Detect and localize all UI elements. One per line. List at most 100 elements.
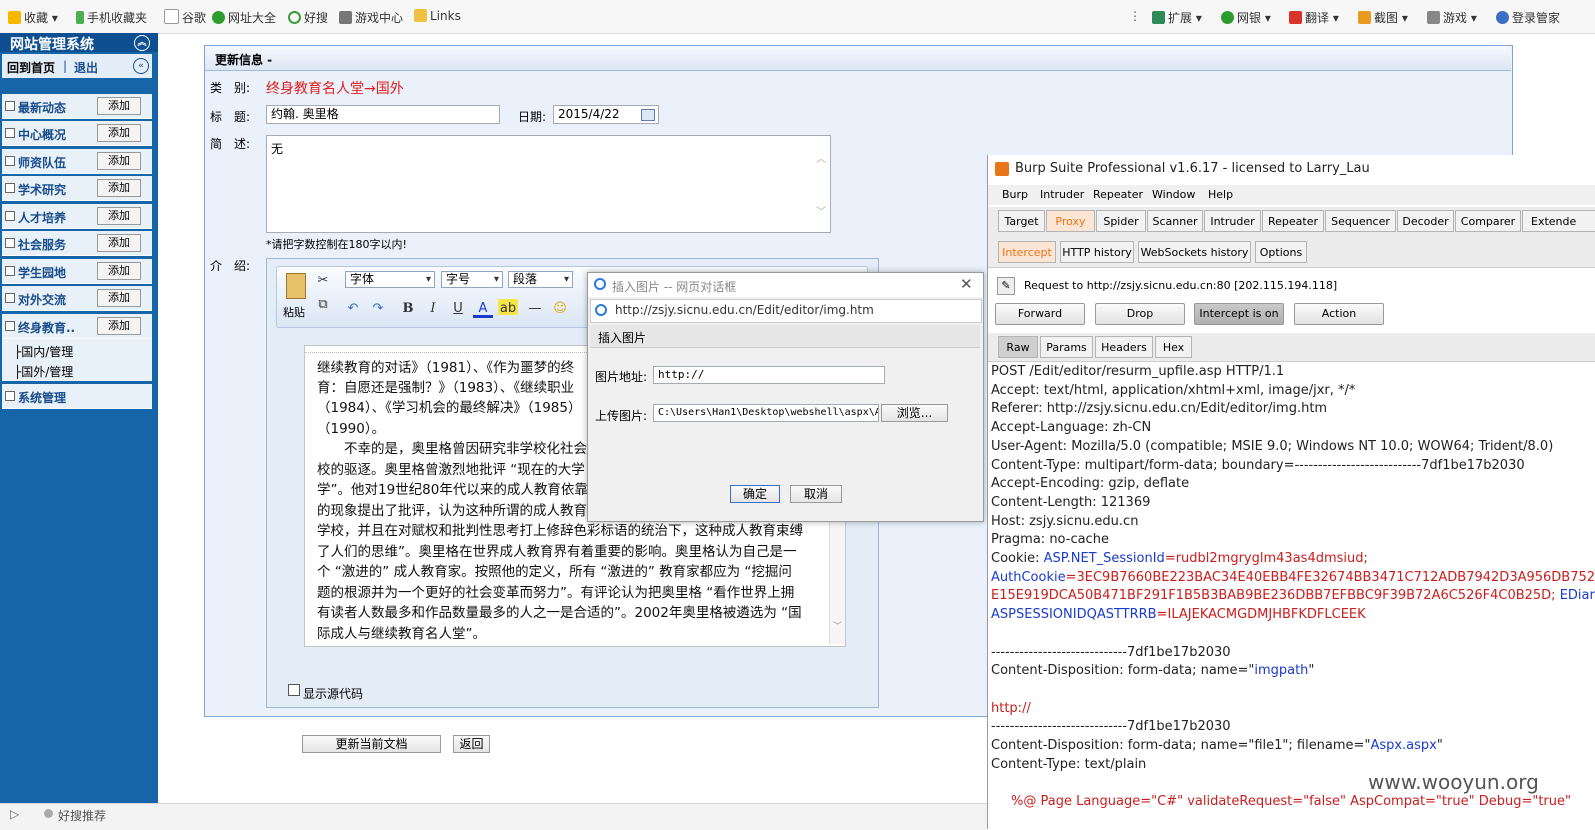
action-button[interactable]: Action (1294, 303, 1384, 325)
close-icon[interactable]: ✕ (960, 275, 973, 293)
subitem-domestic[interactable]: ├国内/管理 (14, 343, 73, 360)
add-button[interactable]: 添加 (97, 152, 141, 170)
sidebar-toggle-icon[interactable]: ▷ (10, 807, 19, 821)
fav-right-bank[interactable]: 网银 ▾ (1221, 9, 1271, 26)
menu-window[interactable]: Window (1152, 188, 1195, 201)
menu-repeater[interactable]: Repeater (1093, 188, 1143, 201)
nav-item-faculty[interactable]: 师资队伍 添加 (2, 149, 152, 174)
back-button[interactable]: 返回 (453, 735, 490, 753)
nav-item-system[interactable]: 系统管理 (2, 384, 152, 409)
view-headers[interactable]: Headers (1095, 336, 1153, 358)
request-body[interactable]: POST /Edit/editor/resurm_upfile.asp HTTP… (988, 362, 1595, 829)
fav-item-shoucang[interactable]: 收藏 ▾ (8, 9, 58, 26)
fav-right-extensions[interactable]: 扩展 ▾ (1152, 9, 1202, 26)
add-button[interactable]: 添加 (97, 289, 141, 307)
edit-pencil-icon[interactable]: ✎ (997, 277, 1015, 295)
status-text[interactable]: 好搜推荐 (58, 807, 106, 824)
home-link[interactable]: 回到首页 (7, 59, 55, 76)
add-button[interactable]: 添加 (97, 124, 141, 142)
menu-burp[interactable]: Burp (1002, 188, 1028, 201)
font-select[interactable]: 字体 (345, 271, 435, 288)
more-icon[interactable]: ⋮ (1129, 9, 1141, 23)
tab-intruder[interactable]: Intruder (1204, 210, 1261, 232)
source-checkbox[interactable] (288, 684, 300, 696)
add-button[interactable]: 添加 (97, 317, 141, 335)
scroll-down-icon[interactable]: ﹀ (816, 203, 826, 218)
calendar-icon[interactable] (641, 109, 655, 121)
tab-extender[interactable]: Extende (1522, 210, 1595, 232)
tab-scanner[interactable]: Scanner (1147, 210, 1203, 232)
menu-intruder[interactable]: Intruder (1040, 188, 1084, 201)
date-input[interactable]: 2015/4/22 (553, 105, 659, 124)
nav-item-news[interactable]: 最新动态 添加 (2, 94, 152, 119)
fav-item-games[interactable]: 游戏中心 (339, 9, 403, 26)
fav-item-google[interactable]: 谷歌 (164, 9, 206, 26)
view-hex[interactable]: Hex (1155, 336, 1192, 358)
nav-item-overview[interactable]: 中心概况 添加 (2, 121, 152, 146)
tab-sequencer[interactable]: Sequencer (1325, 210, 1396, 232)
title-input[interactable]: 约翰. 奥里格 (266, 105, 500, 124)
horizontal-rule-icon[interactable]: — (525, 299, 545, 319)
nav-item-service[interactable]: 社会服务 添加 (2, 231, 152, 256)
summary-textarea[interactable]: 无 ︿ ﹀ (266, 135, 831, 233)
tab-comparer[interactable]: Comparer (1455, 210, 1521, 232)
paste-button[interactable]: 粘贴 (281, 270, 311, 322)
fav-right-screenshot[interactable]: 截图 ▾ (1358, 9, 1408, 26)
add-button[interactable]: 添加 (97, 97, 141, 115)
intercept-toggle-button[interactable]: Intercept is on (1194, 303, 1284, 325)
subitem-foreign[interactable]: ├国外/管理 (14, 363, 73, 380)
tab-proxy[interactable]: Proxy (1046, 210, 1095, 232)
cancel-button[interactable]: 取消 (790, 485, 842, 503)
redo-icon[interactable]: ↷ (368, 299, 388, 319)
add-button[interactable]: 添加 (97, 262, 141, 280)
fav-item-mobile[interactable]: 手机收藏夹 (76, 9, 147, 26)
font-color-icon[interactable]: A (473, 299, 493, 318)
scroll-up-icon[interactable]: ︿ (816, 150, 826, 165)
subtab-websockets-history[interactable]: WebSockets history (1138, 241, 1251, 263)
nav-item-research[interactable]: 学术研究 添加 (2, 176, 152, 201)
tab-spider[interactable]: Spider (1096, 210, 1146, 232)
size-select[interactable]: 字号 (441, 271, 503, 288)
subtab-options[interactable]: Options (1255, 241, 1307, 263)
underline-icon[interactable]: U (448, 299, 468, 319)
add-button[interactable]: 添加 (97, 234, 141, 252)
add-button[interactable]: 添加 (97, 179, 141, 197)
nav-item-lifelong[interactable]: 终身教育.. 添加 (2, 314, 152, 339)
copy-icon[interactable]: ⧉ (313, 295, 333, 315)
add-button[interactable]: 添加 (97, 207, 141, 225)
highlight-icon[interactable]: ab (498, 299, 518, 316)
forward-button[interactable]: Forward (995, 303, 1085, 325)
subtab-intercept[interactable]: Intercept (998, 241, 1056, 263)
fav-item-haosou[interactable]: 好搜 (288, 9, 328, 26)
drop-button[interactable]: Drop (1095, 303, 1185, 325)
view-raw[interactable]: Raw (998, 336, 1038, 358)
fav-right-games[interactable]: 游戏 ▾ (1427, 9, 1477, 26)
submit-button[interactable]: 更新当前文档 (302, 735, 441, 753)
emoticon-icon[interactable]: ☺ (550, 299, 570, 319)
menu-help[interactable]: Help (1208, 188, 1233, 201)
cut-icon[interactable]: ✂ (313, 271, 333, 291)
browse-button[interactable]: 浏览... (881, 404, 948, 422)
tab-decoder[interactable]: Decoder (1397, 210, 1454, 232)
tab-repeater[interactable]: Repeater (1262, 210, 1324, 232)
fav-item-hao123[interactable]: 网址大全 (212, 9, 276, 26)
undo-icon[interactable]: ↶ (343, 299, 363, 319)
image-url-input[interactable]: http:// (653, 366, 885, 384)
fav-right-translate[interactable]: 翻译 ▾ (1289, 9, 1339, 26)
nav-item-students[interactable]: 学生园地 添加 (2, 259, 152, 284)
logout-link[interactable]: 退出 (74, 59, 98, 76)
scroll-down-icon[interactable]: ﹀ (833, 619, 842, 632)
nav-item-exchange[interactable]: 对外交流 添加 (2, 286, 152, 311)
nav-item-training[interactable]: 人才培养 添加 (2, 204, 152, 229)
fav-item-links[interactable]: Links (414, 9, 461, 23)
view-params[interactable]: Params (1040, 336, 1093, 358)
fav-right-login[interactable]: 登录管家 (1496, 9, 1560, 26)
ok-button[interactable]: 确定 (730, 485, 780, 503)
tab-target[interactable]: Target (998, 210, 1045, 232)
italic-icon[interactable]: I (423, 299, 443, 319)
collapse-left-icon[interactable]: « (133, 58, 149, 74)
paragraph-select[interactable]: 段落 (508, 271, 573, 288)
bold-icon[interactable]: B (398, 299, 418, 319)
subtab-http-history[interactable]: HTTP history (1060, 241, 1134, 263)
upload-file-input[interactable]: C:\Users\Han1\Desktop\webshell\aspx\As (653, 404, 879, 422)
